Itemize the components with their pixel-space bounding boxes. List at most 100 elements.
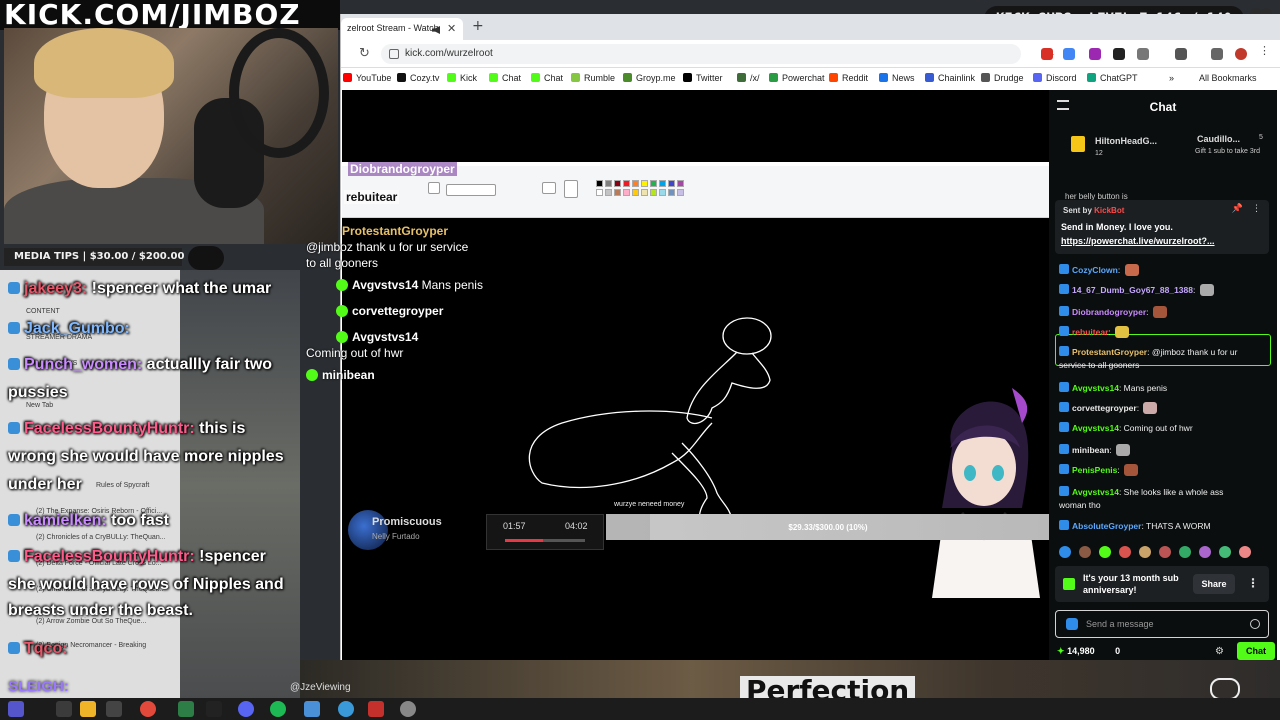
- bookmark-chatgpt[interactable]: ChatGPT: [1087, 73, 1138, 83]
- chat-username[interactable]: Avgvstvs14: [1072, 487, 1119, 497]
- extension-icon[interactable]: [1211, 48, 1223, 60]
- pinned-link[interactable]: https://powerchat.live/wurzelroot?...: [1061, 236, 1215, 246]
- chat-message[interactable]: Avgvstvs14: Mans penis: [1059, 382, 1269, 393]
- app-icon[interactable]: [304, 701, 320, 717]
- bookmark-youtube[interactable]: YouTube: [343, 73, 391, 83]
- folder-icon[interactable]: [80, 701, 96, 717]
- chat-username[interactable]: rebuitear: [1072, 327, 1108, 337]
- spotify-icon[interactable]: [270, 701, 286, 717]
- reload-icon[interactable]: ↻: [359, 46, 370, 61]
- chat-username[interactable]: corvettegroyper: [1072, 403, 1137, 413]
- chat-username[interactable]: AbsoluteGroyper: [1072, 521, 1141, 531]
- app-icon[interactable]: [106, 701, 122, 717]
- emote-icon: [1115, 326, 1130, 338]
- bookmark-reddit[interactable]: Reddit: [829, 73, 868, 83]
- browser-window: zelroot Stream - Watch ✕ + ↻ kick.com/wu…: [306, 14, 1280, 660]
- paint-window: Diobrandogroyper rebuitear ProtestantGro…: [306, 162, 1049, 598]
- bookmark-cozy[interactable]: Cozy.tv: [397, 73, 439, 83]
- app-icon[interactable]: [400, 701, 416, 717]
- bookmark-chat[interactable]: Chat: [531, 73, 563, 83]
- chat-message[interactable]: woman tho: [1059, 500, 1269, 510]
- bookmark-chat[interactable]: Chat: [489, 73, 521, 83]
- bookmark-kick[interactable]: Kick: [447, 73, 477, 83]
- bookmark-x[interactable]: /x/: [737, 73, 760, 83]
- chat-message[interactable]: Avgvstvs14: Coming out of hwr: [1059, 422, 1269, 433]
- more-icon[interactable]: ⋮: [1247, 576, 1259, 590]
- chat-message[interactable]: Diobrandogroyper:: [1059, 306, 1269, 318]
- bookmark-discord[interactable]: Discord: [1033, 73, 1077, 83]
- chat-message[interactable]: 14_67_Dumb_Goy67_88_1388:: [1059, 284, 1269, 296]
- extension-icon[interactable]: [1063, 48, 1075, 60]
- chat-message[interactable]: minibean:: [1059, 444, 1269, 456]
- url-input[interactable]: kick.com/wurzelroot ☆: [381, 44, 1055, 64]
- pin-icon[interactable]: 📌: [1232, 204, 1243, 214]
- chat-message[interactable]: CozyClown:: [1059, 264, 1269, 276]
- terminal-icon[interactable]: [206, 701, 222, 717]
- chevron-right-icon[interactable]: »: [1169, 73, 1174, 83]
- puzzle-icon[interactable]: [1137, 48, 1149, 60]
- chat-message[interactable]: corvettegroyper:: [1059, 402, 1269, 414]
- all-bookmarks[interactable]: All Bookmarks: [1199, 73, 1257, 83]
- video-player[interactable]: Diobrandogroyper rebuitear ProtestantGro…: [306, 90, 1050, 660]
- chat-username[interactable]: Diobrandogroyper: [1072, 307, 1146, 317]
- chat-message[interactable]: service to all gooners: [1059, 360, 1269, 370]
- chat-message[interactable]: ProtestantGroyper: @jimboz thank u for u…: [1059, 346, 1269, 357]
- extension-icon[interactable]: [1089, 48, 1101, 60]
- more-icon[interactable]: ⋮: [1252, 204, 1261, 214]
- emoji-icon[interactable]: [1250, 619, 1260, 629]
- chat-input-box[interactable]: [1055, 610, 1269, 638]
- chrome-icon[interactable]: [140, 701, 156, 717]
- close-icon[interactable]: ✕: [447, 22, 456, 35]
- chat-message[interactable]: PenisPenis:: [1059, 464, 1269, 476]
- bookmark-groyp[interactable]: Groyp.me: [623, 73, 676, 83]
- chat-username[interactable]: Avgvstvs14: [1072, 383, 1119, 393]
- color1-icon: [564, 180, 578, 198]
- overlay-chat-text: pussies: [8, 384, 68, 401]
- badge-icon[interactable]: [1066, 618, 1078, 630]
- chat-message[interactable]: AbsoluteGroyper: THATS A WORM: [1059, 520, 1269, 531]
- chat-username[interactable]: minibean: [1072, 445, 1109, 455]
- avatar[interactable]: [1235, 48, 1247, 60]
- bookmark-news[interactable]: News: [879, 73, 915, 83]
- progress-track: [505, 539, 585, 542]
- app-icon[interactable]: [178, 701, 194, 717]
- send-chat-button[interactable]: Chat: [1237, 642, 1275, 660]
- extension-icon[interactable]: [1041, 48, 1053, 60]
- bookmark-drudge[interactable]: Drudge: [981, 73, 1024, 83]
- chat-username[interactable]: ProtestantGroyper: [1072, 347, 1147, 357]
- overlay-chat-line: FacelessBountyHuntr: this is: [8, 420, 245, 438]
- points-value[interactable]: 14,980: [1067, 646, 1095, 656]
- chat-message[interactable]: Avgvstvs14: She looks like a whole ass: [1059, 486, 1269, 497]
- bookmark-chainlink[interactable]: Chainlink: [925, 73, 975, 83]
- gear-icon[interactable]: ⚙: [1215, 646, 1224, 657]
- new-tab-button[interactable]: +: [472, 18, 484, 34]
- bookmarks-bar: YouTube Cozy.tv Kick Chat Chat Rumble Gr…: [341, 68, 1280, 90]
- chat-username[interactable]: PenisPenis: [1072, 465, 1117, 475]
- app-icon[interactable]: [368, 701, 384, 717]
- chat-message[interactable]: rebuitear:: [1059, 326, 1269, 338]
- discord-icon[interactable]: [238, 701, 254, 717]
- overlay-chat-user: Tqco:: [24, 640, 68, 657]
- extension-icon[interactable]: [1113, 48, 1125, 60]
- anniversary-text: It's your 13 month sub anniversary!: [1083, 573, 1179, 595]
- site-info-icon[interactable]: [389, 49, 399, 59]
- tab-active[interactable]: zelroot Stream - Watch ✕: [341, 18, 463, 40]
- now-playing-widget: Promiscuous Nelly Furtado 01:57 04:02: [342, 506, 622, 562]
- share-button[interactable]: Share: [1193, 574, 1235, 594]
- chat-username[interactable]: Avgvstvs14: [1072, 423, 1119, 433]
- telegram-icon[interactable]: [338, 701, 354, 717]
- start-icon[interactable]: [8, 701, 24, 717]
- bookmark-twitter[interactable]: Twitter: [683, 73, 723, 83]
- overlay-chat-line: she would have rows of Nipples and: [8, 576, 284, 594]
- search-icon[interactable]: [56, 701, 72, 717]
- bookmark-powerchat[interactable]: Powerchat: [769, 73, 825, 83]
- extension-icon[interactable]: [1175, 48, 1187, 60]
- chat-username[interactable]: CozyClown: [1072, 265, 1118, 275]
- menu-icon[interactable]: ⋮: [1259, 44, 1271, 57]
- bookmark-rumble[interactable]: Rumble: [571, 73, 615, 83]
- paint-chat-user: Diobrandogroyper: [348, 162, 457, 176]
- points-icon[interactable]: ✦: [1057, 646, 1065, 656]
- badge-icon: [8, 282, 20, 294]
- chat-input[interactable]: [1086, 616, 1236, 632]
- chat-username[interactable]: 14_67_Dumb_Goy67_88_1388: [1072, 285, 1193, 295]
